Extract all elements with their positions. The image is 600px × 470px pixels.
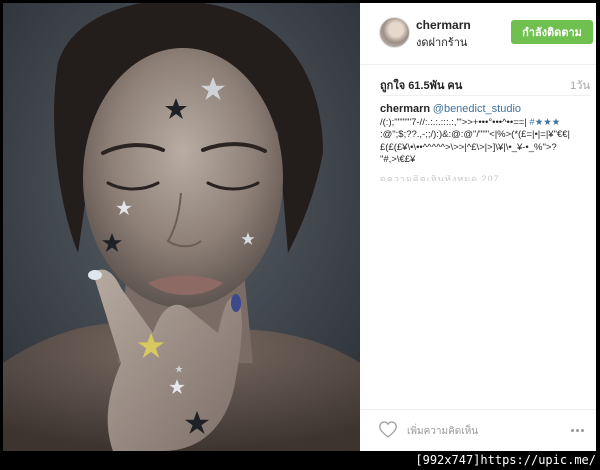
post-header: chermarn งดฝากร้าน กำลังติดตาม: [360, 3, 596, 65]
post-footer: เพิ่มความคิดเห็น: [360, 409, 596, 451]
view-comments-faded[interactable]: ดูความคิดเห็นทั้งหมด 207 รายการ: [380, 175, 510, 181]
dot: [581, 429, 584, 432]
likes-count[interactable]: ถูกใจ 61.5พัน คน: [380, 76, 462, 94]
post-photo[interactable]: [3, 3, 360, 451]
caption-stars: ★★★: [534, 116, 561, 128]
portrait-image: [3, 3, 360, 451]
watermark-text: [992x747]https://upic.me/: [415, 453, 596, 467]
location-link[interactable]: งดฝากร้าน: [416, 33, 467, 51]
dot: [571, 429, 574, 432]
post-side-panel: chermarn งดฝากร้าน กำลังติดตาม ถูกใจ 61.…: [360, 3, 596, 451]
caption-text-3: £(£(£¥\•\••^^^^^>\>>|^£\>|>]\¥|\•_¥-•_%"…: [380, 141, 557, 153]
caption-hashtag[interactable]: #: [527, 117, 534, 128]
avatar[interactable]: [379, 17, 410, 48]
comment-input[interactable]: เพิ่มความคิดเห็น: [407, 424, 478, 439]
post-caption: chermarn @benedict_studio /(:);"""""7-//…: [380, 103, 586, 167]
caption-username[interactable]: chermarn: [380, 103, 430, 115]
caption-text-1: /(:);"""""7-//:.:.:.:::.:,"'>>+•••°•••^•…: [380, 116, 527, 128]
divider: [380, 95, 590, 96]
username-link[interactable]: chermarn: [416, 18, 471, 32]
watermark-bar: [992x747]https://upic.me/: [0, 451, 600, 470]
caption-mention[interactable]: @benedict_studio: [433, 103, 521, 115]
following-button[interactable]: กำลังติดตาม: [511, 20, 593, 44]
caption-text-2: :@";$;??.,-;;/):)&:@:@"/"""<|%>(*(£=|•|=…: [380, 129, 570, 140]
instagram-post-card: chermarn งดฝากร้าน กำลังติดตาม ถูกใจ 61.…: [3, 3, 596, 451]
dot: [576, 429, 579, 432]
caption-line-2: /(:);"""""7-//:.:.:.:::.:,"'>>+•••°•••^•…: [380, 117, 586, 130]
heart-icon[interactable]: [379, 421, 397, 438]
caption-line-1: chermarn @benedict_studio: [380, 103, 586, 117]
more-options-icon[interactable]: [571, 429, 584, 432]
post-time[interactable]: 1วัน: [570, 76, 590, 94]
caption-text-4: "#,>\€£¥: [380, 154, 416, 165]
